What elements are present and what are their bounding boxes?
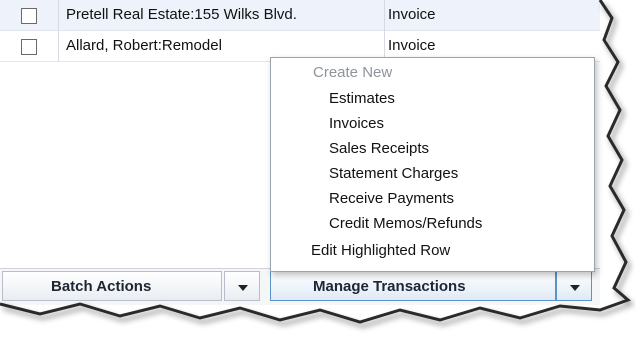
menu-item-edit-highlighted-row[interactable]: Edit Highlighted Row	[311, 242, 450, 259]
manage-transactions-menu: Create New Estimates Invoices Sales Rece…	[270, 57, 595, 272]
menu-section-header: Create New	[313, 64, 393, 81]
table-row[interactable]: Pretell Real Estate:155 Wilks Blvd. Invo…	[0, 0, 600, 31]
row-checkbox[interactable]	[21, 39, 37, 55]
menu-item-statement-charges[interactable]: Statement Charges	[329, 165, 458, 182]
row-type: Invoice	[388, 6, 436, 23]
chevron-down-icon	[570, 285, 580, 291]
bottom-toolbar: Batch Actions Manage Transactions	[0, 268, 600, 305]
menu-item-invoices[interactable]: Invoices	[329, 115, 384, 132]
row-checkbox[interactable]	[21, 8, 37, 24]
column-divider	[384, 0, 385, 62]
manage-transactions-label: Manage Transactions	[313, 278, 466, 295]
transactions-panel: Pretell Real Estate:155 Wilks Blvd. Invo…	[0, 0, 610, 305]
row-select-cell	[0, 31, 59, 61]
row-type: Invoice	[388, 37, 436, 54]
menu-item-estimates[interactable]: Estimates	[329, 90, 395, 107]
row-name: Allard, Robert:Remodel	[66, 37, 222, 54]
menu-item-credit-memos-refunds[interactable]: Credit Memos/Refunds	[329, 215, 482, 232]
batch-actions-label: Batch Actions	[51, 278, 152, 295]
row-select-cell	[0, 0, 59, 30]
manage-transactions-dropdown-button[interactable]	[556, 271, 592, 301]
chevron-down-icon	[238, 285, 248, 291]
menu-item-receive-payments[interactable]: Receive Payments	[329, 190, 454, 207]
row-name: Pretell Real Estate:155 Wilks Blvd.	[66, 6, 297, 23]
manage-transactions-button[interactable]: Manage Transactions	[270, 271, 556, 301]
menu-item-sales-receipts[interactable]: Sales Receipts	[329, 140, 429, 157]
batch-actions-dropdown-button[interactable]	[224, 271, 260, 301]
batch-actions-button[interactable]: Batch Actions	[2, 271, 222, 301]
